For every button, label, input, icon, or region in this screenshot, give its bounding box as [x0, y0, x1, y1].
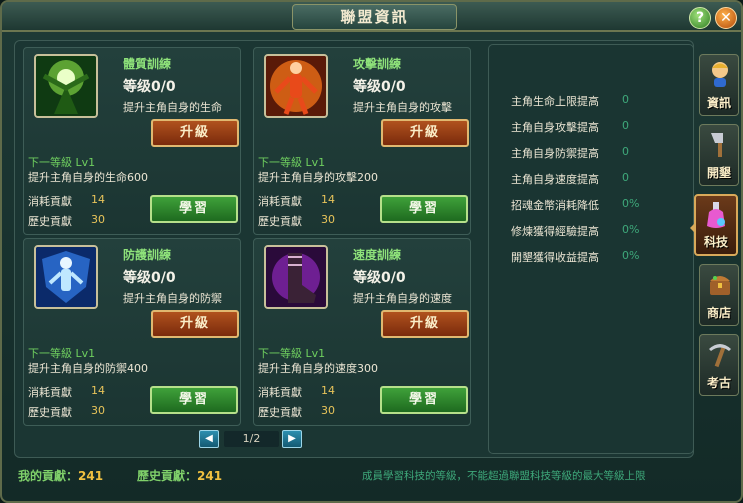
upgrade-button[interactable]: 升級	[381, 119, 469, 147]
side-tab-info[interactable]: 資訊	[699, 54, 739, 116]
side-tab-cultivate[interactable]: 開墾	[699, 124, 739, 186]
history-contribution: 歷史貢獻：241	[137, 467, 222, 484]
window-title: 聯盟資訊	[292, 4, 457, 30]
stat-value: 0%	[622, 223, 640, 236]
side-tab-label: 商店	[706, 306, 731, 320]
history-value: 30	[91, 213, 105, 226]
side-tab-shop[interactable]: 商店	[699, 264, 739, 326]
learn-button[interactable]: 學習	[380, 195, 468, 223]
my-contribution: 我的貢獻：241	[18, 467, 103, 484]
side-tab-label: 考古	[706, 376, 731, 390]
cost-label: 消耗貢獻	[28, 386, 72, 399]
character-icon	[712, 62, 728, 87]
stat-label: 開墾獲得收益提高	[511, 251, 599, 264]
card-level: 等级0/0	[123, 79, 176, 95]
title-bar: 聯盟資訊 ? ✕	[2, 2, 741, 32]
alliance-info-window: 聯盟資訊 ? ✕ 體質訓練 等级0/0 提升主角自身的生命 升級 下一等級 Lv…	[0, 0, 743, 503]
stat-label: 主角自身速度提高	[511, 173, 599, 186]
tech-card-defense: 防護訓練 等级0/0 提升主角自身的防禦 升級 下一等級 Lv1 提升主角自身的…	[23, 238, 241, 426]
potion-icon	[707, 202, 725, 228]
stats-panel: 主角生命上限提高 0 主角自身攻擊提高 0 主角自身防禦提高 0 主角自身速度提…	[488, 44, 694, 454]
next-level-desc: 提升主角自身的速度300	[258, 362, 378, 375]
side-tab-label: 開墾	[706, 166, 731, 180]
history-value: 30	[321, 404, 335, 417]
next-level-label: 下一等級 Lv1	[258, 156, 326, 169]
constitution-icon	[34, 54, 98, 118]
cost-value: 14	[91, 193, 105, 206]
card-desc: 提升主角自身的攻擊	[353, 101, 452, 114]
close-button[interactable]: ✕	[715, 7, 737, 29]
next-page-button[interactable]: ▶	[282, 430, 302, 448]
help-button[interactable]: ?	[689, 7, 711, 29]
upgrade-button[interactable]: 升級	[151, 310, 239, 338]
side-tab-label: 資訊	[706, 96, 731, 110]
learn-button[interactable]: 學習	[150, 195, 238, 223]
footer-note: 成員學習科技的等級，不能超過聯盟科技等級的最大等級上限	[362, 470, 646, 482]
axe-icon	[711, 133, 723, 157]
cost-label: 消耗貢獻	[258, 386, 302, 399]
cost-label: 消耗貢獻	[28, 195, 72, 208]
next-level-label: 下一等級 Lv1	[28, 347, 96, 360]
my-contribution-value: 241	[78, 469, 104, 483]
next-level-desc: 提升主角自身的攻擊200	[258, 171, 378, 184]
stat-label: 主角自身防禦提高	[511, 147, 599, 160]
next-level-label: 下一等級 Lv1	[258, 347, 326, 360]
card-name: 攻擊訓練	[353, 57, 402, 71]
stat-label: 主角自身攻擊提高	[511, 121, 599, 134]
history-value: 30	[91, 404, 105, 417]
card-desc: 提升主角自身的生命	[123, 101, 222, 114]
history-contribution-value: 241	[197, 469, 223, 483]
next-level-desc: 提升主角自身的生命600	[28, 171, 148, 184]
stat-value: 0	[622, 119, 629, 132]
history-label: 歷史貢獻	[258, 406, 302, 419]
side-tab-label: 科技	[703, 235, 728, 249]
card-desc: 提升主角自身的防禦	[123, 292, 222, 305]
stat-value: 0	[622, 145, 629, 158]
attack-icon	[264, 54, 328, 118]
page-indicator: 1/2	[224, 431, 279, 447]
chest-icon	[710, 276, 730, 295]
cost-value: 14	[321, 193, 335, 206]
prev-page-button[interactable]: ◀	[199, 430, 219, 448]
upgrade-button[interactable]: 升級	[381, 310, 469, 338]
my-contribution-label: 我的貢獻：	[18, 469, 79, 483]
next-level-label: 下一等級 Lv1	[28, 156, 96, 169]
stat-label: 招魂金幣消耗降低	[511, 199, 599, 212]
stat-value: 0	[622, 93, 629, 106]
history-label: 歷史貢獻	[258, 215, 302, 228]
stat-value: 0%	[622, 249, 640, 262]
history-contribution-label: 歷史貢獻：	[137, 469, 198, 483]
history-label: 歷史貢獻	[28, 406, 72, 419]
card-level: 等级0/0	[353, 79, 406, 95]
cost-label: 消耗貢獻	[258, 195, 302, 208]
history-label: 歷史貢獻	[28, 215, 72, 228]
learn-button[interactable]: 學習	[380, 386, 468, 414]
stat-value: 0	[622, 171, 629, 184]
cost-value: 14	[321, 384, 335, 397]
defense-icon	[34, 245, 98, 309]
card-name: 速度訓練	[353, 248, 402, 262]
card-desc: 提升主角自身的速度	[353, 292, 452, 305]
card-name: 體質訓練	[123, 57, 172, 71]
card-name: 防護訓練	[123, 248, 172, 262]
side-tab-archaeology[interactable]: 考古	[699, 334, 739, 396]
stat-label: 主角生命上限提高	[511, 95, 599, 108]
stat-label: 修煉獲得經驗提高	[511, 225, 599, 238]
card-level: 等级0/0	[123, 270, 176, 286]
history-value: 30	[321, 213, 335, 226]
learn-button[interactable]: 學習	[150, 386, 238, 414]
card-level: 等级0/0	[353, 270, 406, 286]
tech-card-attack: 攻擊訓練 等级0/0 提升主角自身的攻擊 升級 下一等級 Lv1 提升主角自身的…	[253, 47, 471, 235]
upgrade-button[interactable]: 升級	[151, 119, 239, 147]
speed-icon	[264, 245, 328, 309]
tech-card-speed: 速度訓練 等级0/0 提升主角自身的速度 升級 下一等級 Lv1 提升主角自身的…	[253, 238, 471, 426]
tech-card-constitution: 體質訓練 等级0/0 提升主角自身的生命 升級 下一等級 Lv1 提升主角自身的…	[23, 47, 241, 235]
cost-value: 14	[91, 384, 105, 397]
stat-value: 0%	[622, 197, 640, 210]
next-level-desc: 提升主角自身的防禦400	[28, 362, 148, 375]
side-tab-tech[interactable]: 科技	[694, 194, 738, 256]
pickaxe-icon	[709, 344, 731, 368]
